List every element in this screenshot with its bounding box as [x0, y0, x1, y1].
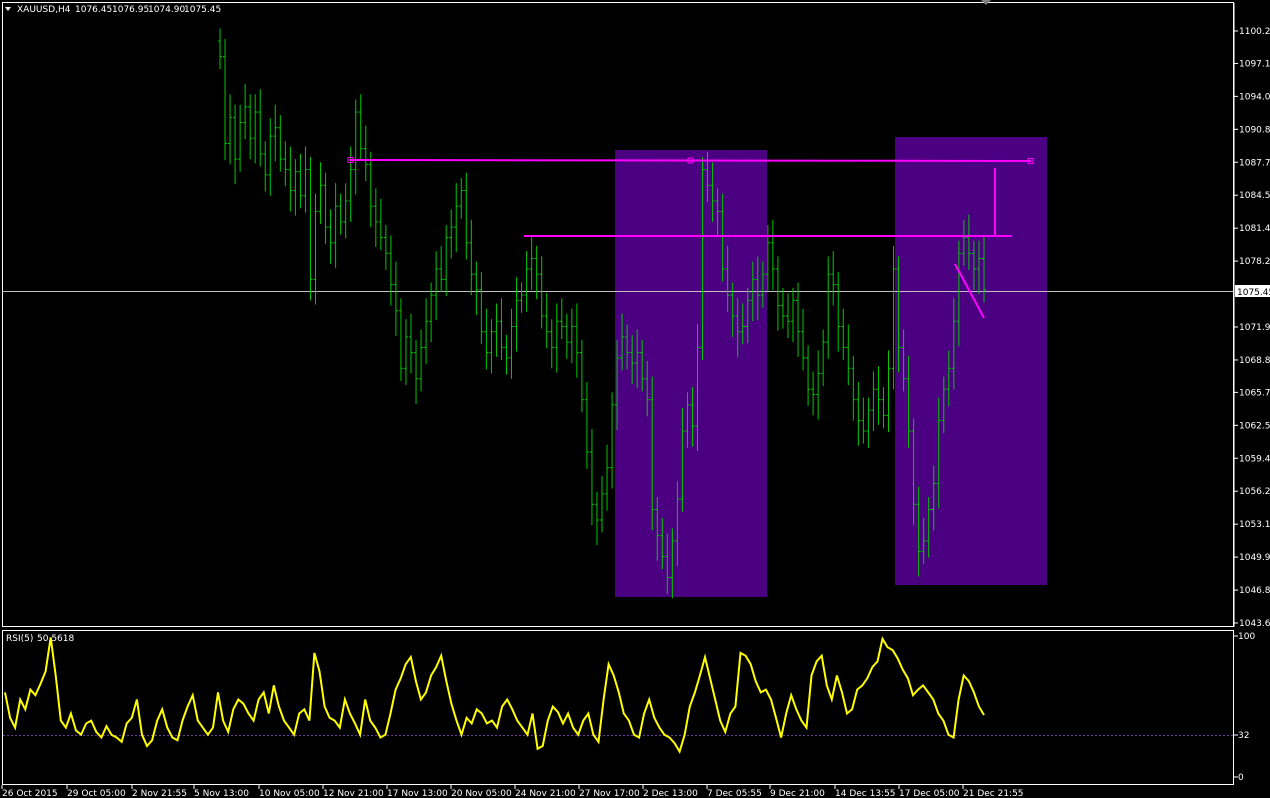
time-tick-label: 29 Oct 05:00	[67, 789, 126, 798]
current-price-label: 1075.45	[1237, 288, 1270, 298]
time-tick-label: 14 Dec 13:55	[835, 789, 896, 798]
rsi-level-0: 0	[1238, 773, 1244, 783]
price-tick-label: 1068.80	[1239, 356, 1270, 366]
resistance-line-high[interactable]	[349, 159, 1032, 162]
price-tick-label: 1094.00	[1239, 92, 1270, 102]
symbol-name: XAUUSD,H4	[17, 5, 71, 15]
price-tick-label: 1100.25	[1239, 27, 1270, 37]
price-zone[interactable]	[895, 137, 1047, 585]
rsi-name: RSI(5)	[6, 634, 33, 644]
time-tick-label: 27 Nov 17:00	[579, 789, 640, 798]
time-tick-label: 21 Dec 21:55	[963, 789, 1024, 798]
time-tick-label: 10 Nov 05:00	[259, 789, 320, 798]
time-tick-label: 9 Dec 21:00	[770, 789, 825, 798]
time-tick-label: 5 Nov 13:00	[194, 789, 249, 798]
price-tick-label: 1071.95	[1239, 323, 1270, 333]
time-tick-label: 24 Nov 21:00	[515, 789, 576, 798]
price-tick-label: 1087.70	[1239, 158, 1270, 168]
price-tick-label: 1053.10	[1239, 520, 1270, 530]
price-tick-label: 1090.85	[1239, 125, 1270, 135]
price-tick-label: 1062.55	[1239, 421, 1270, 431]
time-tick-label: 12 Nov 21:00	[323, 789, 384, 798]
price-tick-label: 1046.80	[1239, 586, 1270, 596]
time-tick-label: 2 Dec 13:00	[643, 789, 698, 798]
open-price: 1076.45	[75, 5, 112, 15]
price-tick-label: 1081.40	[1239, 224, 1270, 234]
price-tick-label: 1049.95	[1239, 553, 1270, 563]
price-tick-label: 1097.15	[1239, 59, 1270, 69]
low-price: 1074.90	[148, 5, 185, 15]
chart-header: XAUUSD,H4 1076.45 1076.95 1074.90 1075.4…	[5, 5, 221, 15]
high-price: 1076.95	[112, 5, 149, 15]
rsi-level-100: 100	[1238, 632, 1255, 642]
time-tick-label: 17 Nov 13:00	[387, 789, 448, 798]
price-zone[interactable]	[615, 150, 767, 597]
price-tick-label: 1065.70	[1239, 388, 1270, 398]
time-tick-label: 7 Dec 05:55	[707, 789, 762, 798]
price-tick-label: 1056.25	[1239, 487, 1270, 497]
price-tick-label: 1084.55	[1239, 191, 1270, 201]
time-tick-label: 20 Nov 05:00	[451, 789, 512, 798]
time-tick-label: 17 Dec 05:00	[899, 789, 960, 798]
price-tick-label: 1078.25	[1239, 257, 1270, 267]
price-tick-label: 1059.40	[1239, 454, 1270, 464]
chart-canvas[interactable]: XAUUSD,H4 1076.45 1076.95 1074.90 1075.4…	[0, 0, 1270, 798]
rsi-header: RSI(5) 50.5618	[6, 634, 74, 644]
time-tick-label: 26 Oct 2015	[2, 789, 58, 798]
price-tick-label: 1043.65	[1239, 619, 1270, 629]
rsi-value: 50.5618	[37, 634, 74, 644]
rsi-level-32: 32	[1238, 731, 1249, 741]
time-tick-label: 2 Nov 21:55	[132, 789, 187, 798]
close-price: 1075.45	[184, 5, 221, 15]
